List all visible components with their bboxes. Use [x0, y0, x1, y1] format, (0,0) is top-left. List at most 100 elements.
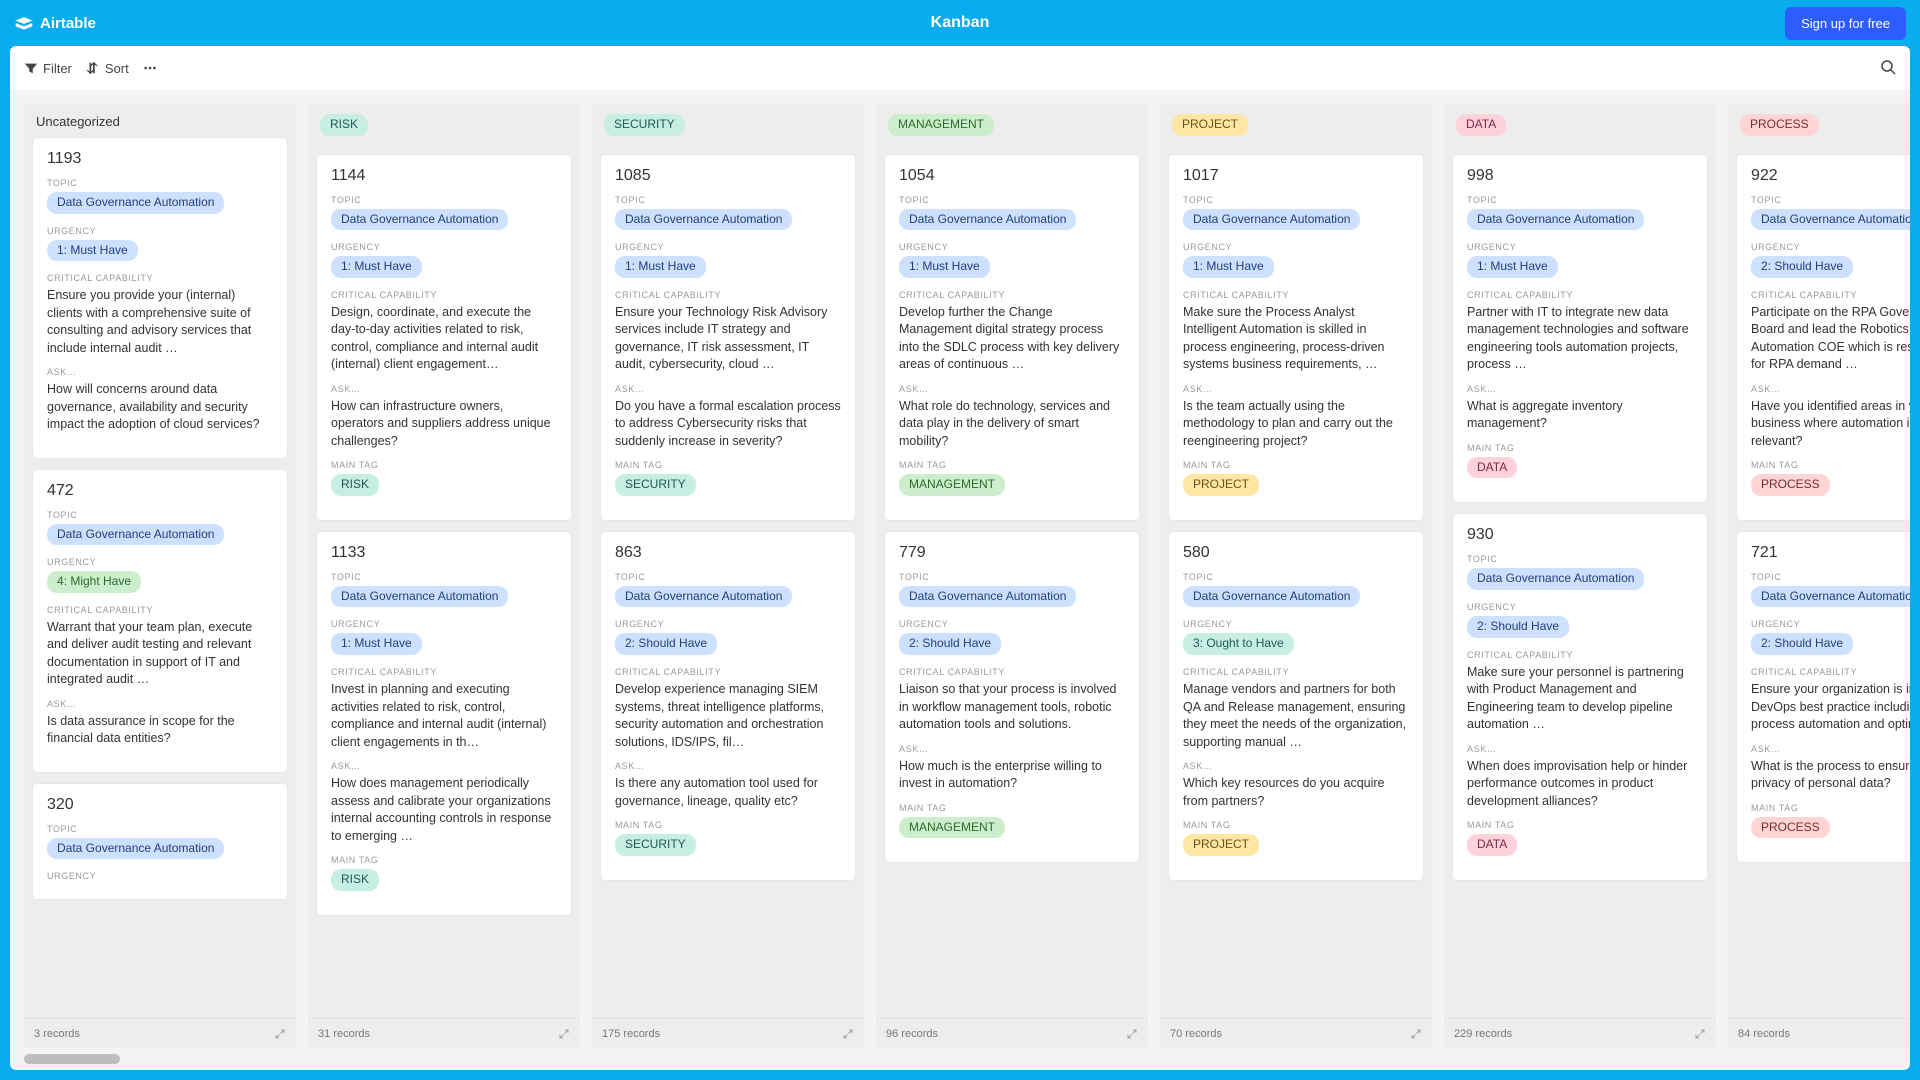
field-label-topic: TOPIC [47, 510, 273, 520]
sort-button[interactable]: Sort [86, 61, 129, 76]
records-count: 3 records [34, 1028, 80, 1040]
view-title: Kanban [931, 14, 990, 32]
more-button[interactable] [143, 61, 157, 75]
column-footer: 3 records [24, 1018, 296, 1048]
card-id: 1017 [1183, 167, 1409, 185]
horizontal-scrollbar-thumb[interactable] [24, 1054, 120, 1064]
expand-icon[interactable] [842, 1028, 854, 1040]
column-header: RISK [308, 104, 580, 154]
column-body[interactable]: 1017TOPICData Governance AutomationURGEN… [1160, 154, 1432, 1018]
field-label-critical: CRITICAL CAPABILITY [47, 605, 273, 615]
signup-button[interactable]: Sign up for free [1785, 7, 1906, 40]
airtable-logo[interactable]: Airtable [14, 13, 96, 33]
column-header: DATA [1444, 104, 1716, 154]
kanban-card[interactable]: 863TOPICData Governance AutomationURGENC… [600, 531, 856, 881]
kanban-card[interactable]: 1017TOPICData Governance AutomationURGEN… [1168, 154, 1424, 521]
kanban-card[interactable]: 320TOPICData Governance AutomationURGENC… [32, 783, 288, 901]
kanban-card[interactable]: 1085TOPICData Governance AutomationURGEN… [600, 154, 856, 521]
expand-icon[interactable] [1126, 1028, 1138, 1040]
kanban-card[interactable]: 1054TOPICData Governance AutomationURGEN… [884, 154, 1140, 521]
column-body[interactable]: 998TOPICData Governance AutomationURGENC… [1444, 154, 1716, 1018]
ask-value: Is the team actually using the methodolo… [1183, 398, 1409, 451]
critical-capability-value: Make sure your personnel is partnering w… [1467, 664, 1693, 734]
urgency-pill: 2: Should Have [615, 633, 717, 655]
column-footer: 84 records [1728, 1018, 1910, 1048]
urgency-pill: 2: Should Have [1751, 256, 1853, 278]
filter-icon [24, 61, 38, 75]
expand-icon[interactable] [1410, 1028, 1422, 1040]
kanban-card[interactable]: 779TOPICData Governance AutomationURGENC… [884, 531, 1140, 863]
kanban-card[interactable]: 930TOPICData Governance AutomationURGENC… [1452, 513, 1708, 880]
column-body[interactable]: 1054TOPICData Governance AutomationURGEN… [876, 154, 1148, 1018]
card-id: 1144 [331, 167, 557, 185]
kanban-card[interactable]: 472TOPICData Governance AutomationURGENC… [32, 469, 288, 773]
urgency-pill: 1: Must Have [331, 256, 422, 278]
topic-pill: Data Governance Automation [47, 838, 224, 860]
column-body[interactable]: 1085TOPICData Governance AutomationURGEN… [592, 154, 864, 1018]
column-header: PROCESS [1728, 104, 1910, 154]
filter-button[interactable]: Filter [24, 61, 72, 76]
field-label-maintag: MAIN TAG [331, 855, 557, 865]
critical-capability-value: Liaison so that your process is involved… [899, 681, 1125, 734]
kanban-card[interactable]: 580TOPICData Governance AutomationURGENC… [1168, 531, 1424, 881]
field-label-critical: CRITICAL CAPABILITY [615, 667, 841, 677]
topic-pill: Data Governance Automation [47, 192, 224, 214]
urgency-pill: 2: Should Have [1467, 616, 1569, 638]
field-label-maintag: MAIN TAG [1751, 460, 1910, 470]
main-tag-pill: PROCESS [1751, 817, 1830, 839]
kanban-card[interactable]: 922TOPICData Governance AutomationURGENC… [1736, 154, 1910, 521]
expand-icon[interactable] [1694, 1028, 1706, 1040]
column-body[interactable]: 1193TOPICData Governance AutomationURGEN… [24, 137, 296, 1018]
field-label-urgency: URGENCY [47, 226, 273, 236]
column-body[interactable]: 922TOPICData Governance AutomationURGENC… [1728, 154, 1910, 1018]
kanban-card[interactable]: 1133TOPICData Governance AutomationURGEN… [316, 531, 572, 916]
main-tag-pill: SECURITY [615, 834, 696, 856]
kanban-board[interactable]: Uncategorized1193TOPICData Governance Au… [10, 90, 1910, 1070]
field-label-critical: CRITICAL CAPABILITY [615, 290, 841, 300]
kanban-card[interactable]: 1193TOPICData Governance AutomationURGEN… [32, 137, 288, 459]
ask-value: What is the process to ensure the privac… [1751, 758, 1910, 793]
card-id: 320 [47, 796, 273, 814]
column-title-pill: PROCESS [1740, 114, 1819, 136]
column-body[interactable]: 1144TOPICData Governance AutomationURGEN… [308, 154, 580, 1018]
ask-value: How can infrastructure owners, operators… [331, 398, 557, 451]
expand-icon[interactable] [274, 1028, 286, 1040]
field-label-ask: ASK… [1467, 384, 1693, 394]
field-label-urgency: URGENCY [1751, 619, 1910, 629]
topic-pill: Data Governance Automation [47, 524, 224, 546]
urgency-pill: 1: Must Have [1467, 256, 1558, 278]
field-label-urgency: URGENCY [1183, 242, 1409, 252]
field-label-ask: ASK… [1751, 744, 1910, 754]
field-label-urgency: URGENCY [47, 557, 273, 567]
field-label-ask: ASK… [1183, 384, 1409, 394]
kanban-column-risk: RISK1144TOPICData Governance AutomationU… [308, 104, 580, 1048]
view-toolbar: Filter Sort [10, 46, 1910, 90]
topic-pill: Data Governance Automation [1751, 586, 1910, 608]
column-header: SECURITY [592, 104, 864, 154]
topic-pill: Data Governance Automation [1183, 586, 1360, 608]
field-label-ask: ASK… [615, 761, 841, 771]
critical-capability-value: Partner with IT to integrate new data ma… [1467, 304, 1693, 374]
field-label-ask: ASK… [899, 744, 1125, 754]
kanban-card[interactable]: 998TOPICData Governance AutomationURGENC… [1452, 154, 1708, 504]
kanban-card[interactable]: 721TOPICData Governance AutomationURGENC… [1736, 531, 1910, 863]
column-title-pill: PROJECT [1172, 114, 1248, 136]
kanban-card[interactable]: 1144TOPICData Governance AutomationURGEN… [316, 154, 572, 521]
topic-pill: Data Governance Automation [1751, 209, 1910, 231]
field-label-ask: ASK… [615, 384, 841, 394]
topic-pill: Data Governance Automation [615, 586, 792, 608]
field-label-maintag: MAIN TAG [1467, 443, 1693, 453]
field-label-urgency: URGENCY [47, 871, 273, 881]
card-id: 779 [899, 544, 1125, 562]
field-label-topic: TOPIC [899, 572, 1125, 582]
ask-value: Is there any automation tool used for go… [615, 775, 841, 810]
field-label-topic: TOPIC [331, 195, 557, 205]
expand-icon[interactable] [558, 1028, 570, 1040]
search-button[interactable] [1880, 59, 1896, 78]
field-label-urgency: URGENCY [615, 242, 841, 252]
kanban-column-data: DATA 998TOPICData Governance AutomationUR… [1444, 104, 1716, 1048]
topic-pill: Data Governance Automation [1467, 568, 1644, 590]
column-title-pill: DATA [1456, 114, 1506, 136]
field-label-maintag: MAIN TAG [899, 803, 1125, 813]
card-id: 922 [1751, 167, 1910, 185]
